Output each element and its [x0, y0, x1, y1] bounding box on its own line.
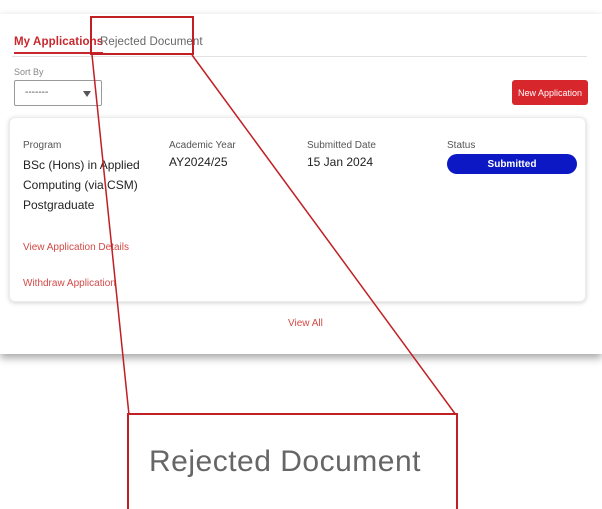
- callout-line-right: [191, 54, 457, 416]
- highlight-box: [90, 16, 194, 55]
- callout-line-left: [91, 54, 130, 416]
- zoom-callout-text: Rejected Document: [149, 445, 421, 478]
- page: My Applications Rejected Document Sort B…: [0, 0, 602, 509]
- zoom-callout: Rejected Document: [127, 413, 458, 509]
